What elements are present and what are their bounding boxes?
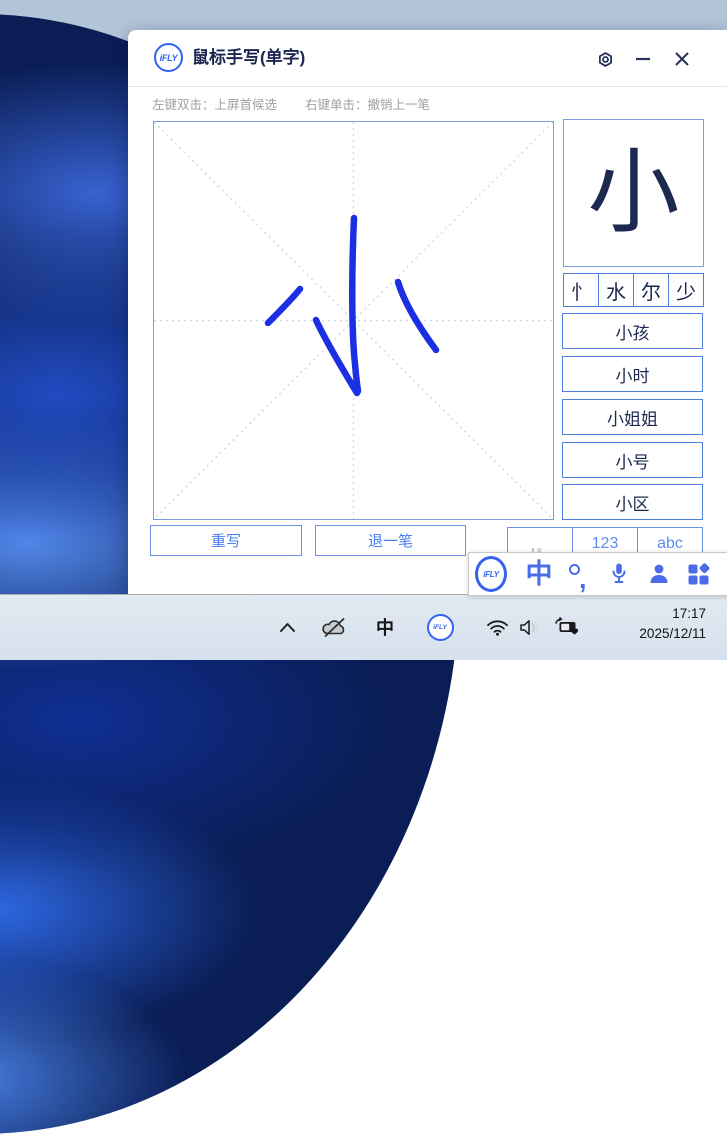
recognized-char-box: 小 — [563, 119, 704, 267]
candidate-4[interactable]: 少 — [669, 274, 703, 306]
titlebar: iFLY 鼠标手写(单字) — [128, 30, 727, 87]
candidate-2[interactable]: 水 — [599, 274, 634, 306]
hidden-icons-chevron-icon[interactable] — [272, 612, 302, 642]
chinese-mode-label: 中 — [526, 561, 553, 588]
ifly-tray-icon[interactable]: iFLY — [425, 612, 455, 642]
clock-date: 2025/12/11 — [639, 624, 706, 644]
rewrite-button[interactable]: 重写 — [150, 525, 302, 556]
handwriting-app-window: iFLY 鼠标手写(单字) 左键双击：上屏首候选 右键单击：撤销上一笔 — [128, 30, 727, 594]
onedrive-paused-icon[interactable] — [319, 612, 349, 642]
word-suggestion-5[interactable]: 小区 — [562, 484, 703, 520]
candidate-row: 忄 水 尔 少 — [563, 273, 704, 307]
microphone-icon[interactable] — [603, 553, 635, 595]
ifly-logo-icon[interactable]: iFLY — [475, 553, 507, 595]
handwriting-canvas[interactable] — [153, 121, 554, 520]
close-button[interactable] — [672, 49, 692, 69]
user-icon[interactable] — [643, 553, 675, 595]
chinese-mode-icon[interactable]: 中 — [523, 553, 555, 595]
ime-chinese-icon[interactable]: 中 — [370, 612, 400, 642]
ime-label: 中 — [376, 614, 394, 640]
taskbar: 中 iFLY 17:17 2025/12/11 — [0, 594, 727, 660]
candidate-3[interactable]: 尔 — [634, 274, 669, 306]
wifi-icon[interactable] — [482, 612, 512, 642]
word-suggestion-4[interactable]: 小号 — [562, 442, 703, 478]
logo-text: iFLY — [160, 53, 178, 63]
candidate-1[interactable]: 忄 — [564, 274, 599, 306]
taskbar-clock[interactable]: 17:17 2025/12/11 — [639, 604, 706, 645]
word-suggestion-2[interactable]: 小时 — [562, 356, 703, 392]
punctuation-icon[interactable]: , — [564, 553, 596, 595]
undo-stroke-button[interactable]: 退一笔 — [315, 525, 466, 556]
logo-text: iFLY — [433, 624, 447, 631]
volume-icon[interactable] — [516, 612, 546, 642]
hint-left-double-click: 左键双击：上屏首候选 — [152, 94, 277, 113]
ifly-logo-icon: iFLY — [154, 43, 183, 72]
word-suggestion-1[interactable]: 小孩 — [562, 313, 703, 349]
window-title: 鼠标手写(单字) — [192, 30, 305, 86]
minimize-button[interactable] — [633, 49, 653, 69]
apps-grid-icon[interactable] — [683, 553, 715, 595]
logo-text: iFLY — [483, 570, 499, 579]
clock-time: 17:17 — [639, 604, 706, 624]
battery-heart-icon[interactable] — [552, 612, 582, 642]
ime-toolbar: iFLY 中 , — [468, 552, 727, 596]
word-suggestion-3[interactable]: 小姐姐 — [562, 399, 703, 435]
settings-gear-icon[interactable] — [595, 49, 615, 69]
hint-right-click: 右键单击：撤销上一笔 — [305, 94, 430, 113]
recognized-char: 小 — [587, 147, 679, 239]
handwriting-strokes — [154, 122, 553, 519]
